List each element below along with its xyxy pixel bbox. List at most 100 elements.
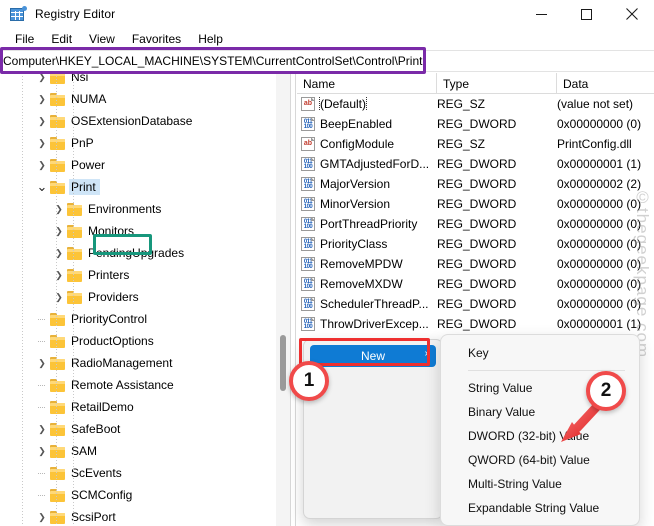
menu-edit[interactable]: Edit xyxy=(43,30,81,48)
submenu-item-expandable-string-value[interactable]: Expandable String Value xyxy=(441,496,639,520)
tree-item-osextensiondatabase[interactable]: ❯ OSExtensionDatabase xyxy=(0,110,276,132)
pane-splitter[interactable] xyxy=(290,73,296,526)
tree-item-productoptions[interactable]: ProductOptions xyxy=(0,330,276,352)
column-header-name[interactable]: Name xyxy=(297,73,437,94)
tree-item-printers[interactable]: ❯ Printers xyxy=(0,264,276,286)
tree-item-environments[interactable]: ❯ Environments xyxy=(0,198,276,220)
submenu-item-dword-32-bit-value[interactable]: DWORD (32-bit) Value xyxy=(441,424,639,448)
value-row[interactable]: 011 100 RemoveMPDW REG_DWORD 0x00000000 (0) xyxy=(297,254,654,274)
tree-item-pnp[interactable]: ❯ PnP xyxy=(0,132,276,154)
value-row[interactable]: 011 100 SchedulerThreadP... REG_DWORD 0x0000… xyxy=(297,294,654,314)
value-row[interactable]: 011 100 BeepEnabled REG_DWORD 0x00000000 (0) xyxy=(297,114,654,134)
tree-item-scmconfig[interactable]: SCMConfig xyxy=(0,484,276,506)
maximize-button[interactable] xyxy=(564,0,609,28)
dword-value-icon: 011 100 xyxy=(301,197,315,211)
chevron-right-icon[interactable]: ❯ xyxy=(51,286,67,308)
column-header-type[interactable]: Type xyxy=(437,73,557,94)
chevron-right-icon[interactable]: ❯ xyxy=(51,198,67,220)
string-value-icon: ab xyxy=(301,137,315,151)
tree-item-radiomanagement[interactable]: ❯ RadioManagement xyxy=(0,352,276,374)
tree-item-label: Power xyxy=(71,158,106,172)
tree-guide xyxy=(56,73,57,526)
value-row[interactable]: 011 100 MajorVersion REG_DWORD 0x00000002 (2… xyxy=(297,174,654,194)
tree-item-label: RetailDemo xyxy=(71,400,134,414)
value-row[interactable]: 011 100 RemoveMXDW REG_DWORD 0x00000000 (0) xyxy=(297,274,654,294)
menu-help[interactable]: Help xyxy=(190,30,232,48)
chevron-right-icon[interactable]: ❯ xyxy=(51,242,67,264)
chevron-right-icon[interactable]: ❯ xyxy=(34,352,50,374)
value-row[interactable]: 011 100 PortThreadPriority REG_DWORD 0x00000… xyxy=(297,214,654,234)
tree-leaf-marker xyxy=(34,308,50,330)
tree-item-safeboot[interactable]: ❯ SafeBoot xyxy=(0,418,276,440)
tree-scrollbar-thumb[interactable] xyxy=(280,335,286,391)
value-data-cell: 0x00000000 (0) xyxy=(557,237,642,251)
tree-item-nsi[interactable]: ❯ Nsi xyxy=(0,73,276,88)
menu-bar: File Edit View Favorites Help xyxy=(0,28,654,50)
value-row[interactable]: 011 100 GMTAdjustedForD... REG_DWORD 0x00000… xyxy=(297,154,654,174)
tree-item-scevents[interactable]: ScEvents xyxy=(0,462,276,484)
tree-item-pendingupgrades[interactable]: ❯ PendingUpgrades xyxy=(0,242,276,264)
chevron-right-icon[interactable]: ❯ xyxy=(34,506,50,526)
chevron-right-icon[interactable]: ❯ xyxy=(34,154,50,176)
tree-item-retaildemo[interactable]: RetailDemo xyxy=(0,396,276,418)
chevron-right-icon[interactable]: ❯ xyxy=(34,440,50,462)
context-menu-item-new[interactable]: New › xyxy=(310,345,436,367)
submenu-item-qword-64-bit-value[interactable]: QWORD (64-bit) Value xyxy=(441,448,639,472)
values-column-headers: Name Type Data xyxy=(297,73,654,94)
close-button[interactable] xyxy=(609,0,654,28)
chevron-right-icon[interactable]: ❯ xyxy=(34,73,50,88)
dword-value-icon: 011 100 xyxy=(301,257,315,271)
submenu-item-key[interactable]: Key xyxy=(441,341,639,365)
menu-favorites[interactable]: Favorites xyxy=(124,30,190,48)
tree-item-prioritycontrol[interactable]: PriorityControl xyxy=(0,308,276,330)
tree-item-sam[interactable]: ❯ SAM xyxy=(0,440,276,462)
tree-item-print[interactable]: ⌄ Print xyxy=(0,176,276,198)
tree-item-label: ProductOptions xyxy=(71,334,154,348)
chevron-right-icon[interactable]: ❯ xyxy=(34,418,50,440)
value-name-label: BeepEnabled xyxy=(320,117,393,131)
menu-view[interactable]: View xyxy=(81,30,124,48)
address-bar[interactable]: Computer\HKEY_LOCAL_MACHINE\SYSTEM\Curre… xyxy=(0,50,654,72)
value-type-cell: REG_DWORD xyxy=(437,317,517,331)
tree-leaf-marker xyxy=(34,396,50,418)
value-row[interactable]: 011 100 PriorityClass REG_DWORD 0x00000000 (… xyxy=(297,234,654,254)
tree-item-numa[interactable]: ❯ NUMA xyxy=(0,88,276,110)
menu-file[interactable]: File xyxy=(7,30,43,48)
tree-item-power[interactable]: ❯ Power xyxy=(0,154,276,176)
value-row[interactable]: ab ConfigModule REG_SZ PrintConfig.dll xyxy=(297,134,654,154)
column-header-data[interactable]: Data xyxy=(557,73,654,94)
value-data-cell: 0x00000000 (0) xyxy=(557,277,642,291)
tree-item-label: Nsi xyxy=(71,73,89,84)
value-name-cell: 011 100 SchedulerThreadP... xyxy=(297,297,437,311)
tree-item-monitors[interactable]: ❯ Monitors xyxy=(0,220,276,242)
value-data-cell: 0x00000001 (1) xyxy=(557,317,642,331)
value-type-cell: REG_DWORD xyxy=(437,197,517,211)
minimize-button[interactable] xyxy=(519,0,564,28)
registry-tree-pane[interactable]: ❯ Nsi ❯ NUMA ❯ OSExtensionDatabase ❯ PnP ❯ Power ⌄… xyxy=(0,73,290,526)
chevron-right-icon[interactable]: ❯ xyxy=(34,132,50,154)
tree-scrollbar[interactable] xyxy=(276,73,290,526)
tree-item-scsiport[interactable]: ❯ ScsiPort xyxy=(0,506,276,526)
value-row[interactable]: 011 100 MinorVersion REG_DWORD 0x00000000 (0… xyxy=(297,194,654,214)
submenu-item-multi-string-value[interactable]: Multi-String Value xyxy=(441,472,639,496)
dword-value-icon: 011 100 xyxy=(301,237,315,251)
chevron-right-icon[interactable]: ❯ xyxy=(51,220,67,242)
value-type-cell: REG_DWORD xyxy=(437,257,517,271)
tree-item-remote-assistance[interactable]: Remote Assistance xyxy=(0,374,276,396)
chevron-right-icon[interactable]: ❯ xyxy=(51,264,67,286)
value-row[interactable]: ab (Default) REG_SZ (value not set) xyxy=(297,94,654,114)
chevron-right-icon[interactable]: ❯ xyxy=(34,88,50,110)
tree-item-providers[interactable]: ❯ Providers xyxy=(0,286,276,308)
chevron-down-icon[interactable]: ⌄ xyxy=(34,176,50,198)
chevron-right-icon[interactable]: ❯ xyxy=(34,110,50,132)
value-row[interactable]: 011 100 ThrowDriverExcep... REG_DWORD 0x0000… xyxy=(297,314,654,334)
tree-item-label: SafeBoot xyxy=(71,422,121,436)
value-data-cell: 0x00000000 (0) xyxy=(557,257,642,271)
